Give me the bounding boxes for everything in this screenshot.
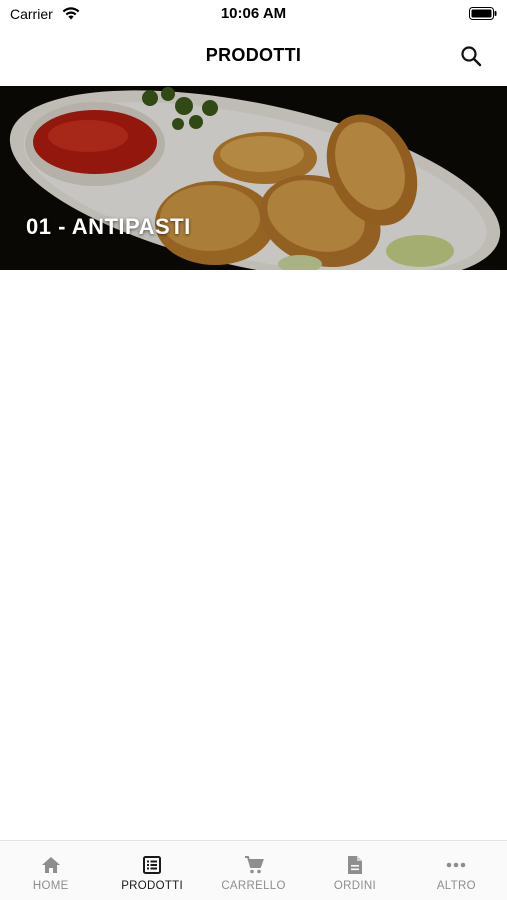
- category-title: 01 - ANTIPASTI: [26, 214, 191, 239]
- document-icon: [344, 854, 366, 876]
- list-icon: [141, 854, 163, 876]
- category-card-antipasti[interactable]: 01 - ANTIPASTI: [0, 86, 507, 270]
- tab-home-label: HOME: [32, 880, 69, 892]
- tab-altro[interactable]: ALTRO: [406, 841, 507, 900]
- tab-bar: HOME PRODOTTI CARRELLO ORDINI ALTRO: [0, 840, 507, 900]
- fried-appetizer-photo: [0, 86, 507, 270]
- tab-carrello[interactable]: CARRELLO: [203, 841, 304, 900]
- tab-home[interactable]: HOME: [0, 841, 101, 900]
- clock: 10:06 AM: [220, 5, 287, 22]
- more-icon: [445, 854, 467, 876]
- tab-ordini-label: ORDINI: [333, 880, 376, 892]
- home-icon: [40, 854, 62, 876]
- search-icon: [461, 46, 482, 67]
- tab-carrello-label: CARRELLO: [221, 880, 286, 892]
- tab-altro-label: ALTRO: [436, 880, 476, 892]
- search-button[interactable]: [457, 42, 485, 70]
- tab-prodotti-label: PRODOTTI: [121, 880, 184, 892]
- tab-prodotti[interactable]: PRODOTTI: [101, 841, 202, 900]
- tab-ordini[interactable]: ORDINI: [304, 841, 405, 900]
- cart-icon: [243, 854, 265, 876]
- status-bar: Carrier 10:06 AM: [0, 0, 507, 28]
- page-title: PRODOTTI: [205, 45, 302, 65]
- battery-icon: [469, 7, 497, 20]
- header: PRODOTTI: [0, 28, 507, 86]
